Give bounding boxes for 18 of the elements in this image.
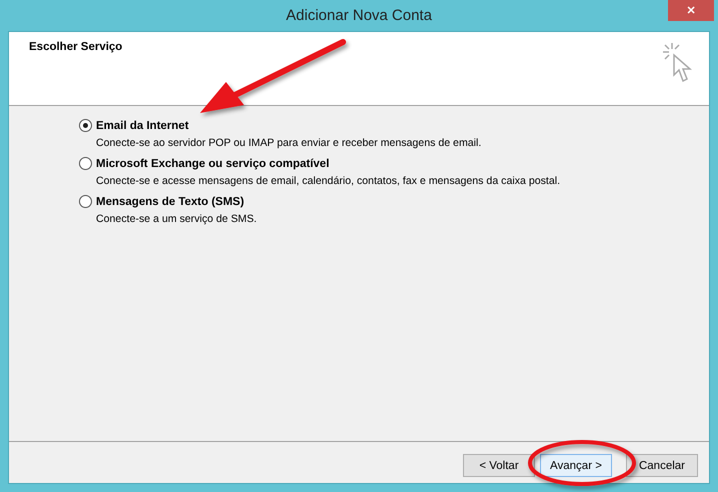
section-title: Escolher Serviço xyxy=(29,41,122,55)
option-label: Email da Internet xyxy=(96,120,189,132)
option-description: Conecte-se e acesse mensagens de email, calendário, contatos, fax e mensagens da caixa postal. xyxy=(96,175,562,187)
radio-dot[interactable] xyxy=(79,119,92,132)
radio-option[interactable]: Microsoft Exchange ou serviço compatível xyxy=(79,157,709,170)
dialog-button[interactable]: Cancelar xyxy=(626,454,698,477)
option-label: Mensagens de Texto (SMS) xyxy=(96,196,244,208)
option-description: Conecte-se ao servidor POP ou IMAP para enviar e receber mensagens de email. xyxy=(96,137,482,149)
dialog-button[interactable]: Avançar > xyxy=(540,454,612,477)
option-description: Conecte-se a um serviço de SMS. xyxy=(96,213,258,225)
radio-option[interactable]: Mensagens de Texto (SMS) xyxy=(79,195,709,208)
close-button[interactable]: ✕ xyxy=(668,0,714,21)
radio-option[interactable]: Email da Internet xyxy=(79,119,709,132)
radio-dot[interactable] xyxy=(79,195,92,208)
dialog-button[interactable]: < Voltar xyxy=(463,454,535,477)
radio-dot[interactable] xyxy=(79,157,92,170)
window-title: Adicionar Nova Conta xyxy=(286,7,432,24)
option-label: Microsoft Exchange ou serviço compatível xyxy=(96,158,330,170)
